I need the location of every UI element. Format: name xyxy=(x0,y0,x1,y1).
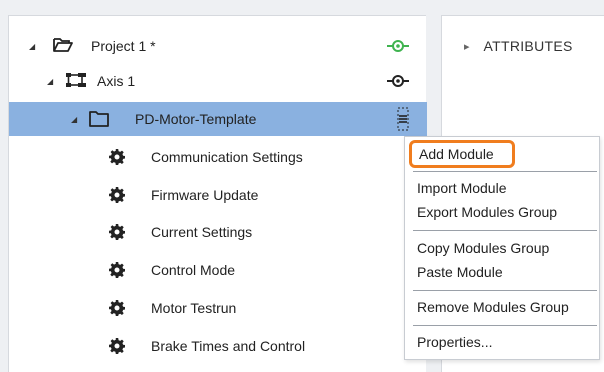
gear-icon xyxy=(109,338,125,354)
tree-item[interactable]: Brake Times and Control xyxy=(9,329,427,363)
menu-separator xyxy=(413,325,597,326)
collapse-arrow-icon[interactable]: ◢ xyxy=(47,77,53,86)
collapse-arrow-icon[interactable]: ◢ xyxy=(71,115,77,124)
menu-item-properties[interactable]: Properties... xyxy=(417,334,492,350)
tree-node-axis[interactable]: ◢ Axis 1 xyxy=(9,64,427,98)
tree-item[interactable]: Current Settings xyxy=(9,215,427,249)
tree-node-label: Axis 1 xyxy=(97,73,136,89)
tree-item[interactable]: Firmware Update xyxy=(9,178,427,212)
menu-handle-icon[interactable] xyxy=(397,107,409,131)
disconnected-icon xyxy=(387,73,409,89)
menu-item-add-module[interactable]: Add Module xyxy=(409,140,515,168)
tree-node-label: Project 1 * xyxy=(91,38,156,54)
tree-item[interactable]: Communication Settings xyxy=(9,140,427,174)
connected-icon xyxy=(387,38,409,54)
tree-node-template[interactable]: ◢ PD-Motor-Template xyxy=(9,102,427,136)
collapse-arrow-icon[interactable]: ◢ xyxy=(29,42,35,51)
gear-icon xyxy=(109,224,125,240)
menu-separator xyxy=(413,171,597,172)
gear-icon xyxy=(109,149,125,165)
attributes-title: ATTRIBUTES xyxy=(483,38,573,54)
gear-icon xyxy=(109,187,125,203)
menu-item-export-modules-group[interactable]: Export Modules Group xyxy=(417,204,557,220)
axis-network-icon xyxy=(65,71,87,89)
tree-node-label: PD-Motor-Template xyxy=(135,111,257,127)
project-tree-panel: ◢ Project 1 * ◢ Axis 1 ◢ PD-Motor-Templa… xyxy=(8,15,427,372)
gear-icon xyxy=(109,262,125,278)
folder-icon xyxy=(89,111,109,127)
gear-icon xyxy=(109,300,125,316)
tree-item-label: Communication Settings xyxy=(151,149,303,165)
menu-item-import-module[interactable]: Import Module xyxy=(417,180,506,196)
tree-item-label: Motor Testrun xyxy=(151,300,237,316)
menu-item-remove-modules-group[interactable]: Remove Modules Group xyxy=(417,299,569,315)
menu-separator xyxy=(413,290,597,291)
context-menu: Add Module Import Module Export Modules … xyxy=(404,136,600,360)
tree-item[interactable]: Control Mode xyxy=(9,253,427,287)
menu-item-copy-modules-group[interactable]: Copy Modules Group xyxy=(417,240,549,256)
folder-open-icon xyxy=(53,37,73,53)
tree-item-label: Current Settings xyxy=(151,224,253,240)
tree-item[interactable]: Motor Testrun xyxy=(9,291,427,325)
tree-item-label: Control Mode xyxy=(151,262,236,278)
attributes-header[interactable]: ▸ ATTRIBUTES xyxy=(464,38,573,54)
menu-separator xyxy=(413,230,597,231)
tree-item-label: Brake Times and Control xyxy=(151,338,306,354)
menu-item-paste-module[interactable]: Paste Module xyxy=(417,264,503,280)
tree-item-label: Firmware Update xyxy=(151,187,259,203)
expand-arrow-icon[interactable]: ▸ xyxy=(464,40,470,53)
tree-node-project[interactable]: ◢ Project 1 * xyxy=(9,29,427,63)
